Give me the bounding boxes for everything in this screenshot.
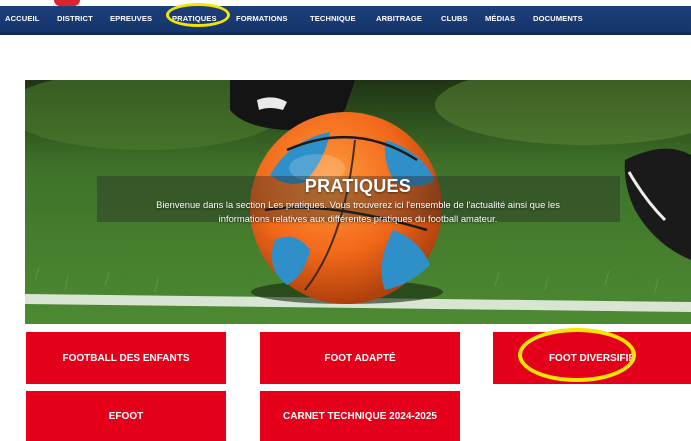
hero-intro-line-2: informations relatives aux différentes p… xyxy=(218,213,498,224)
tile-football-des-enfants[interactable]: FOOTBALL DES ENFANTS xyxy=(26,332,226,384)
nav-item-medias[interactable]: MÉDIAS xyxy=(485,6,515,32)
tile-efoot[interactable]: EFOOT xyxy=(26,391,226,441)
tile-carnet-technique[interactable]: CARNET TECHNIQUE 2024-2025 xyxy=(260,391,460,441)
tile-foot-adapte[interactable]: FOOT ADAPTÉ xyxy=(260,332,460,384)
nav-item-clubs[interactable]: CLUBS xyxy=(441,6,468,32)
nav-item-epreuves[interactable]: EPREUVES xyxy=(110,6,152,32)
hero-title: PRATIQUES xyxy=(304,176,412,196)
nav-item-district[interactable]: DISTRICT xyxy=(57,6,93,32)
nav-item-formations[interactable]: FORMATIONS xyxy=(236,6,287,32)
nav-item-technique[interactable]: TECHNIQUE xyxy=(310,6,356,32)
nav-item-pratiques[interactable]: PRATIQUES xyxy=(172,6,217,32)
hero-intro-line-1: Bienvenue dans la section Les pratiques.… xyxy=(156,199,560,210)
nav-item-accueil[interactable]: ACCUEIL xyxy=(5,6,39,32)
nav-item-arbitrage[interactable]: ARBITRAGE xyxy=(376,6,422,32)
nav-item-documents[interactable]: DOCUMENTS xyxy=(533,6,583,32)
main-navbar: ACCUEIL DISTRICT EPREUVES PRATIQUES FORM… xyxy=(0,6,691,35)
tile-foot-diversifie[interactable]: FOOT DIVERSIFIÉ xyxy=(493,332,691,384)
hero-banner: PRATIQUES Bienvenue dans la section Les … xyxy=(25,80,691,324)
